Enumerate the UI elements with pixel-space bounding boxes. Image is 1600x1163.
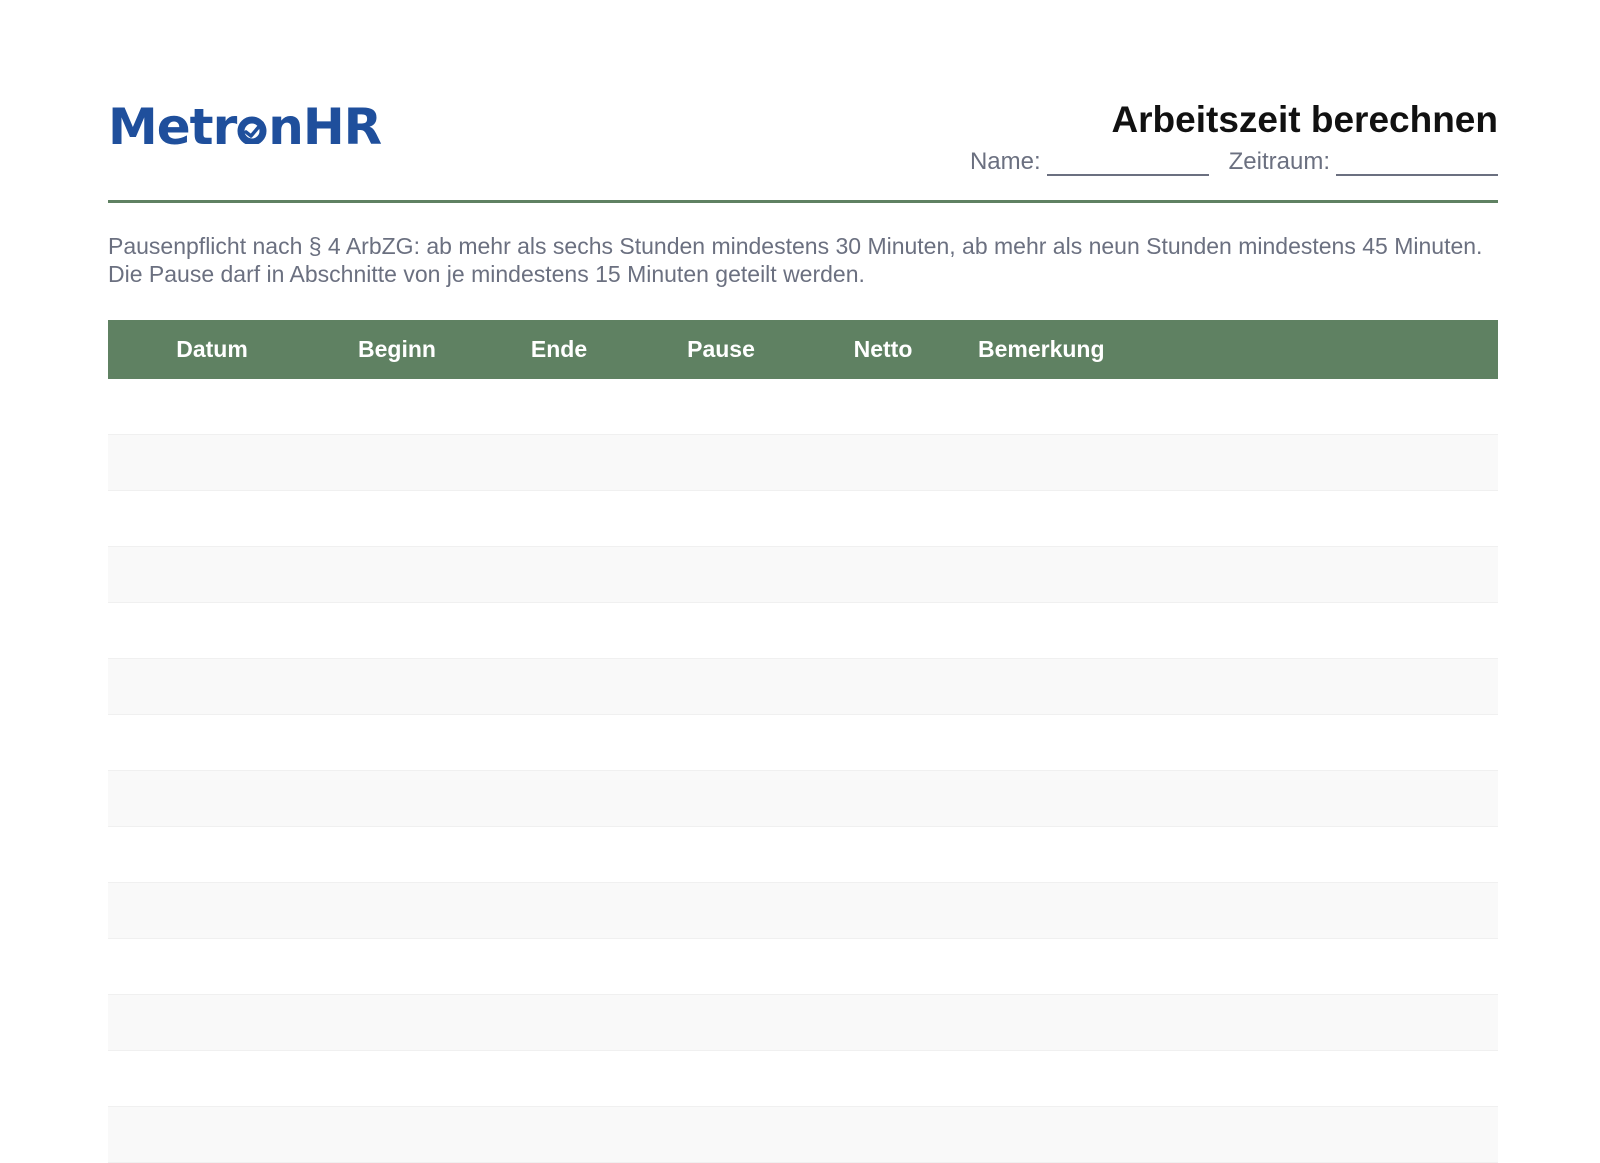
table-row [108,771,1498,827]
table-row [108,603,1498,659]
table-row [108,547,1498,603]
table-row [108,995,1498,1051]
column-header-beginn: Beginn [358,336,436,362]
table-body [108,379,1498,1163]
table-row [108,379,1498,435]
timesheet-page: Metr nHR Arbeitszeit berechnen Name: Zei… [108,0,1498,1163]
column-header-datum: Datum [176,336,248,362]
table-row [108,491,1498,547]
table-row [108,1051,1498,1107]
period-label: Zeitraum: [1228,148,1330,175]
column-header-ende: Ende [530,336,588,362]
table-row [108,1107,1498,1163]
table-row [108,939,1498,995]
table-row [108,715,1498,771]
column-header-netto: Netto [853,336,913,362]
document-title: Arbeitszeit berechnen [1111,99,1498,140]
table-header: Datum Beginn Ende Pause Netto Bemerkung [108,320,1498,379]
name-field: Name: [970,148,1209,176]
period-field: Zeitraum: [1229,148,1498,176]
table-row [108,435,1498,491]
clock-o-icon [237,116,267,144]
timesheet-table: Datum Beginn Ende Pause Netto Bemerkung [108,320,1498,1163]
header-divider [108,200,1498,203]
name-label: Name: [969,148,1041,175]
period-blank-line [1336,152,1498,176]
header-fields: Name: Zeitraum: [970,148,1498,176]
table-row [108,883,1498,939]
table-row [108,827,1498,883]
document-header: Metr nHR Arbeitszeit berechnen Name: Zei… [108,96,1498,206]
break-rule-note: Pausenpflicht nach § 4 ArbZG: ab mehr al… [108,233,1483,287]
table-row [108,659,1498,715]
column-header-pause: Pause [687,336,755,362]
column-header-bemerkung: Bemerkung [978,336,1105,362]
brand-logo: Metr nHR [108,98,382,156]
name-blank-line [1046,152,1209,176]
